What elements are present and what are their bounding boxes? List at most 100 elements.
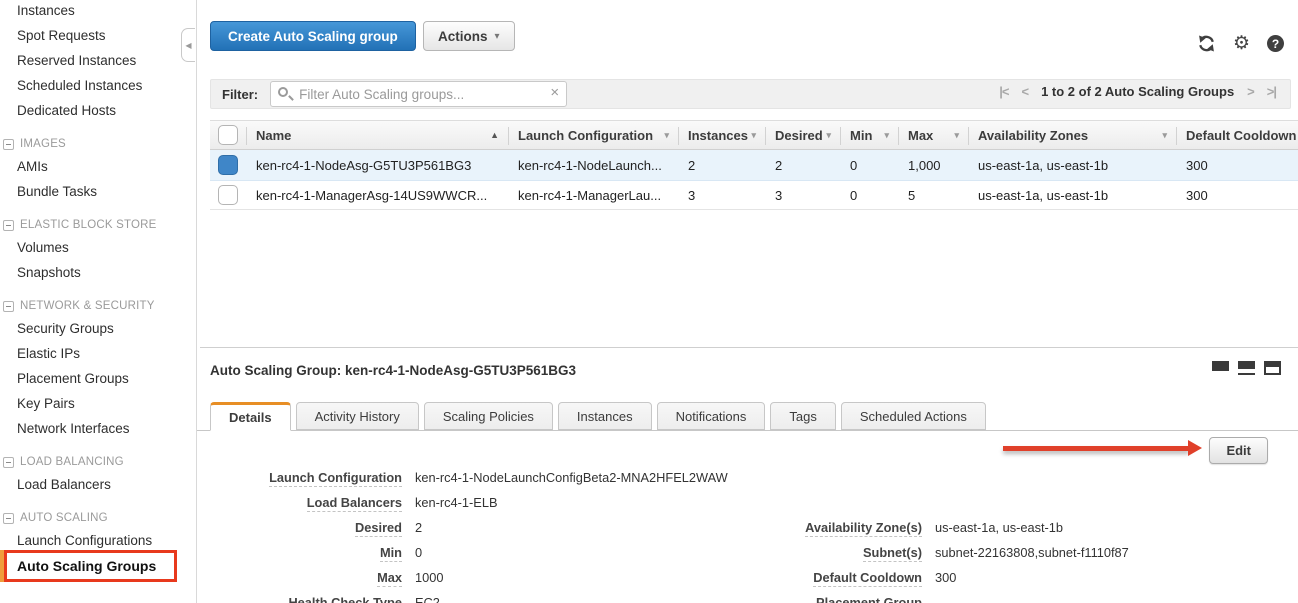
sidebar-item-volumes[interactable]: Volumes bbox=[0, 235, 196, 260]
field-max: Max 1000 bbox=[210, 570, 728, 586]
edit-button[interactable]: Edit bbox=[1209, 437, 1268, 464]
sidebar-item-network-interfaces[interactable]: Network Interfaces bbox=[0, 416, 196, 441]
column-header-launch-configuration[interactable]: Launch Configuration ▾ bbox=[508, 121, 678, 149]
sidebar-section-auto-scaling[interactable]: AUTO SCALING bbox=[0, 508, 196, 528]
cell-launch-configuration: ken-rc4-1-ManagerLau... bbox=[508, 188, 678, 203]
tab-tags[interactable]: Tags bbox=[770, 402, 835, 430]
column-header-default-cooldown[interactable]: Default Cooldown bbox=[1176, 121, 1298, 149]
create-auto-scaling-group-button[interactable]: Create Auto Scaling group bbox=[210, 21, 416, 51]
collapse-section-icon[interactable] bbox=[3, 513, 14, 524]
column-header-instances[interactable]: Instances ▾ bbox=[678, 121, 765, 149]
field-availability-zones: Availability Zone(s) us-east-1a, us-east… bbox=[757, 520, 1129, 536]
row-checkbox[interactable] bbox=[218, 155, 238, 175]
sort-caret-icon: ▾ bbox=[884, 130, 889, 141]
sort-caret-icon: ▾ bbox=[1162, 130, 1167, 141]
sidebar-item-reserved-instances[interactable]: Reserved Instances bbox=[0, 48, 196, 73]
tab-scaling-policies[interactable]: Scaling Policies bbox=[424, 402, 553, 430]
column-label: Availability Zones bbox=[978, 128, 1088, 143]
actions-button[interactable]: Actions ▾ bbox=[423, 21, 515, 51]
field-value: 2 bbox=[415, 520, 422, 535]
column-header-desired[interactable]: Desired ▾ bbox=[765, 121, 840, 149]
table-row[interactable]: ken-rc4-1-ManagerAsg-14US9WWCR... ken-rc… bbox=[210, 181, 1298, 210]
column-label: Default Cooldown bbox=[1186, 128, 1297, 143]
cell-max: 1,000 bbox=[898, 158, 968, 173]
field-value: ken-rc4-1-NodeLaunchConfigBeta2-MNA2HFEL… bbox=[415, 470, 728, 485]
sidebar-item-load-balancers[interactable]: Load Balancers bbox=[0, 472, 196, 497]
field-label: Default Cooldown bbox=[813, 570, 922, 587]
cell-max: 5 bbox=[898, 188, 968, 203]
refresh-icon[interactable] bbox=[1197, 34, 1216, 53]
sidebar-item-bundle-tasks[interactable]: Bundle Tasks bbox=[0, 179, 196, 204]
sidebar-item-key-pairs[interactable]: Key Pairs bbox=[0, 391, 196, 416]
sidebar-section-elastic-block-store[interactable]: ELASTIC BLOCK STORE bbox=[0, 215, 196, 235]
collapse-section-icon[interactable] bbox=[3, 220, 14, 231]
field-placement-group: Placement Group bbox=[757, 595, 1129, 603]
sidebar-section-network-security[interactable]: NETWORK & SECURITY bbox=[0, 296, 196, 316]
chevron-down-icon: ▾ bbox=[495, 31, 500, 42]
sidebar-section-load-balancing[interactable]: LOAD BALANCING bbox=[0, 452, 196, 472]
sidebar-item-snapshots[interactable]: Snapshots bbox=[0, 260, 196, 285]
cell-name: ken-rc4-1-NodeAsg-G5TU3P561BG3 bbox=[246, 158, 508, 173]
help-icon[interactable]: ? bbox=[1267, 35, 1284, 52]
tab-divider-line bbox=[197, 430, 1298, 431]
select-all-checkbox[interactable] bbox=[218, 125, 238, 145]
column-header-name[interactable]: Name ▲ bbox=[246, 121, 508, 149]
collapse-section-icon[interactable] bbox=[3, 139, 14, 150]
layout-bottom-pane-icon[interactable] bbox=[1212, 361, 1229, 375]
field-value: ken-rc4-1-ELB bbox=[415, 495, 498, 510]
pagination-next-icon[interactable]: > bbox=[1247, 84, 1254, 99]
table-row[interactable]: ken-rc4-1-NodeAsg-G5TU3P561BG3 ken-rc4-1… bbox=[210, 150, 1298, 181]
tab-activity-history[interactable]: Activity History bbox=[296, 402, 419, 430]
pagination-prev-icon[interactable]: < bbox=[1021, 84, 1028, 99]
column-header-availability-zones[interactable]: Availability Zones ▾ bbox=[968, 121, 1176, 149]
layout-split-pane-icon[interactable] bbox=[1238, 361, 1255, 375]
sidebar-item-dedicated-hosts[interactable]: Dedicated Hosts bbox=[0, 98, 196, 123]
annotation-arrow bbox=[1003, 446, 1189, 451]
chevron-left-icon: ◀ bbox=[185, 41, 191, 50]
sidebar-item-spot-requests[interactable]: Spot Requests bbox=[0, 23, 196, 48]
cell-min: 0 bbox=[840, 158, 898, 173]
sort-caret-icon: ▾ bbox=[954, 130, 959, 141]
sidebar-item-instances[interactable]: Instances bbox=[0, 0, 196, 23]
gear-icon[interactable]: ⚙ bbox=[1233, 35, 1250, 53]
pagination-last-icon[interactable]: >| bbox=[1267, 84, 1276, 99]
pagination-first-icon[interactable]: |< bbox=[999, 84, 1008, 99]
actions-button-label: Actions bbox=[438, 29, 488, 44]
cell-default-cooldown: 300 bbox=[1176, 158, 1298, 173]
filter-label: Filter: bbox=[222, 87, 258, 102]
field-label: Desired bbox=[355, 520, 402, 537]
sidebar-item-auto-scaling-groups[interactable]: Auto Scaling Groups bbox=[0, 553, 196, 579]
row-checkbox[interactable] bbox=[218, 185, 238, 205]
table-header-row: Name ▲ Launch Configuration ▾ Instances … bbox=[210, 120, 1298, 150]
tab-scheduled-actions[interactable]: Scheduled Actions bbox=[841, 402, 986, 430]
collapse-section-icon[interactable] bbox=[3, 457, 14, 468]
sidebar-item-placement-groups[interactable]: Placement Groups bbox=[0, 366, 196, 391]
section-label: LOAD BALANCING bbox=[20, 456, 124, 468]
tab-instances[interactable]: Instances bbox=[558, 402, 652, 430]
filter-input[interactable] bbox=[270, 81, 567, 107]
field-label: Subnet(s) bbox=[863, 545, 922, 562]
section-label: NETWORK & SECURITY bbox=[20, 300, 155, 312]
sort-caret-icon: ▾ bbox=[826, 130, 831, 141]
tab-details[interactable]: Details bbox=[210, 402, 291, 431]
column-header-max[interactable]: Max ▾ bbox=[898, 121, 968, 149]
sort-caret-icon: ▾ bbox=[751, 130, 756, 141]
sidebar-item-amis[interactable]: AMIs bbox=[0, 154, 196, 179]
field-desired: Desired 2 bbox=[210, 520, 728, 536]
sidebar-item-elastic-ips[interactable]: Elastic IPs bbox=[0, 341, 196, 366]
clear-filter-icon[interactable]: × bbox=[550, 84, 559, 101]
tab-notifications[interactable]: Notifications bbox=[657, 402, 766, 430]
cell-availability-zones: us-east-1a, us-east-1b bbox=[968, 158, 1176, 173]
sidebar-collapse-handle[interactable]: ◀ bbox=[181, 28, 195, 62]
sort-caret-icon: ▾ bbox=[664, 130, 669, 141]
field-launch-configuration: Launch Configuration ken-rc4-1-NodeLaunc… bbox=[210, 470, 728, 486]
collapse-section-icon[interactable] bbox=[3, 301, 14, 312]
field-value: 1000 bbox=[415, 570, 443, 585]
column-header-min[interactable]: Min ▾ bbox=[840, 121, 898, 149]
sidebar-item-security-groups[interactable]: Security Groups bbox=[0, 316, 196, 341]
column-label: Max bbox=[908, 128, 933, 143]
column-label: Desired bbox=[775, 128, 823, 143]
sidebar-item-scheduled-instances[interactable]: Scheduled Instances bbox=[0, 73, 196, 98]
sidebar-section-images[interactable]: IMAGES bbox=[0, 134, 196, 154]
layout-top-pane-icon[interactable] bbox=[1264, 361, 1281, 375]
